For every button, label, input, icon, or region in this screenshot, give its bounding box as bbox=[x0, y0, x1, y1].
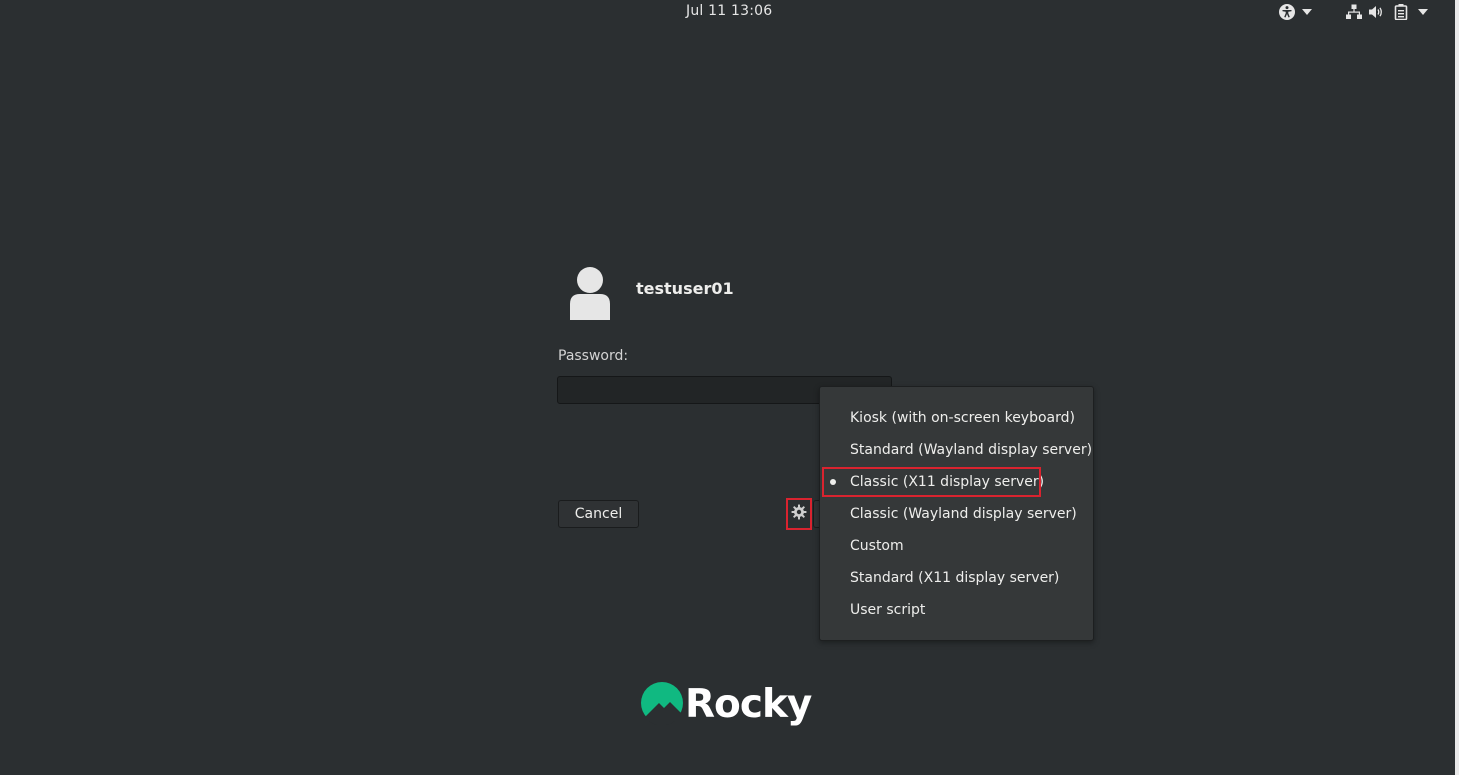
cancel-button[interactable]: Cancel bbox=[558, 500, 639, 528]
chevron-down-icon bbox=[1418, 9, 1428, 15]
session-option-kiosk[interactable]: Kiosk (with on-screen keyboard) bbox=[820, 403, 1093, 433]
gear-icon bbox=[791, 504, 807, 524]
system-menu[interactable] bbox=[1346, 2, 1428, 22]
rocky-logo-text: Rocky bbox=[685, 682, 812, 727]
session-option-classic-wayland[interactable]: Classic (Wayland display server) bbox=[820, 499, 1093, 529]
session-option-custom[interactable]: Custom bbox=[820, 531, 1093, 561]
session-option-label: Standard (Wayland display server) bbox=[850, 442, 1093, 458]
username: testuser01 bbox=[636, 279, 734, 298]
session-option-label: Classic (Wayland display server) bbox=[850, 506, 1077, 522]
window-edge bbox=[1455, 0, 1459, 775]
accessibility-icon bbox=[1278, 3, 1296, 21]
session-menu: Kiosk (with on-screen keyboard) Standard… bbox=[819, 386, 1094, 641]
avatar bbox=[568, 266, 612, 320]
rocky-logo: Rocky bbox=[640, 681, 812, 729]
session-select-button[interactable] bbox=[786, 498, 812, 530]
clock[interactable]: Jul 11 13:06 bbox=[686, 3, 772, 19]
accessibility-menu[interactable] bbox=[1278, 2, 1312, 22]
session-option-label: Standard (X11 display server) bbox=[850, 570, 1060, 586]
session-option-label: Custom bbox=[850, 538, 904, 554]
top-bar: Jul 11 13:06 bbox=[0, 0, 1455, 24]
volume-icon bbox=[1368, 4, 1384, 20]
battery-icon bbox=[1394, 4, 1408, 20]
session-option-standard-wayland[interactable]: Standard (Wayland display server) bbox=[820, 435, 1093, 465]
session-option-label: Kiosk (with on-screen keyboard) bbox=[850, 410, 1075, 426]
password-label: Password: bbox=[558, 348, 629, 364]
session-option-standard-x11[interactable]: Standard (X11 display server) bbox=[820, 563, 1093, 593]
session-option-label: User script bbox=[850, 602, 926, 618]
session-option-user-script[interactable]: User script bbox=[820, 595, 1093, 625]
network-icon bbox=[1346, 4, 1362, 20]
highlight-box bbox=[822, 467, 1041, 497]
chevron-down-icon bbox=[1302, 9, 1312, 15]
rocky-logo-icon bbox=[640, 681, 684, 729]
